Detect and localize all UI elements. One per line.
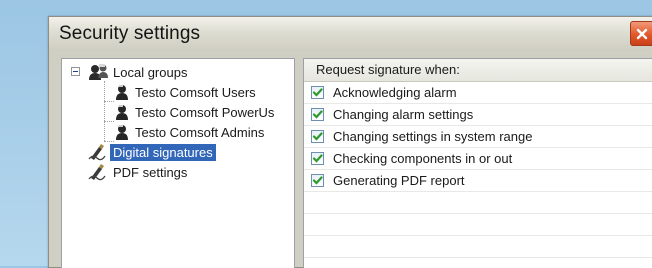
security-settings-dialog: Security settings Local groups Testo Com… [48, 16, 652, 268]
tree-item-group[interactable]: Testo Comsoft PowerUs [114, 102, 277, 122]
signature-pen-icon [88, 143, 110, 161]
signature-options-list: Request signature when: Acknowledging al… [303, 58, 652, 268]
close-button[interactable] [630, 21, 652, 46]
option-label: Changing alarm settings [333, 107, 474, 122]
checkmark-icon [312, 176, 323, 185]
tree-connector [104, 101, 114, 102]
user-group-icon [114, 103, 132, 121]
option-changing-settings-system-range[interactable]: Changing settings in system range [304, 126, 652, 148]
checkmark-icon [312, 88, 323, 97]
tree-connector [104, 81, 105, 141]
user-group-icon [114, 123, 132, 141]
collapse-icon[interactable] [71, 67, 80, 76]
option-label: Changing settings in system range [333, 129, 533, 144]
checkbox[interactable] [311, 108, 324, 121]
checkmark-icon [312, 132, 323, 141]
option-label: Acknowledging alarm [333, 85, 457, 100]
group-tree[interactable]: Local groups Testo Comsoft Users Testo C… [61, 58, 295, 268]
dialog-title: Security settings [59, 23, 201, 44]
tree-connector [104, 121, 114, 122]
list-header: Request signature when: [304, 59, 652, 82]
checkmark-icon [312, 154, 323, 163]
tree-item-group[interactable]: Testo Comsoft Users [114, 82, 259, 102]
empty-row [304, 236, 652, 258]
signature-pen-icon [88, 163, 110, 181]
tree-item-digital-signatures[interactable]: Digital signatures [88, 142, 216, 162]
tree-item-label: Local groups [113, 64, 188, 80]
tree-item-group[interactable]: Testo Comsoft Admins [114, 122, 267, 142]
option-acknowledging-alarm[interactable]: Acknowledging alarm [304, 82, 652, 104]
groups-icon [88, 63, 110, 81]
option-generating-pdf-report[interactable]: Generating PDF report [304, 170, 652, 192]
tree-item-label: Testo Comsoft Users [135, 84, 256, 100]
checkbox[interactable] [311, 86, 324, 99]
tree-item-label: PDF settings [113, 164, 188, 180]
option-label: Generating PDF report [333, 173, 465, 188]
empty-row [304, 192, 652, 214]
tree-item-label: Testo Comsoft PowerUs [135, 104, 275, 120]
checkbox[interactable] [311, 152, 324, 165]
option-checking-components[interactable]: Checking components in or out [304, 148, 652, 170]
checkbox[interactable] [311, 174, 324, 187]
checkmark-icon [312, 110, 323, 119]
tree-item-local-groups[interactable]: Local groups [88, 62, 190, 82]
tree-item-pdf-settings[interactable]: PDF settings [88, 162, 190, 182]
tree-item-label: Digital signatures [110, 143, 216, 161]
option-changing-alarm-settings[interactable]: Changing alarm settings [304, 104, 652, 126]
close-icon [636, 28, 648, 39]
user-group-icon [114, 83, 132, 101]
checkbox[interactable] [311, 130, 324, 143]
option-label: Checking components in or out [333, 151, 513, 166]
title-bar[interactable]: Security settings [49, 17, 652, 51]
tree-item-label: Testo Comsoft Admins [135, 124, 265, 140]
empty-row [304, 214, 652, 236]
